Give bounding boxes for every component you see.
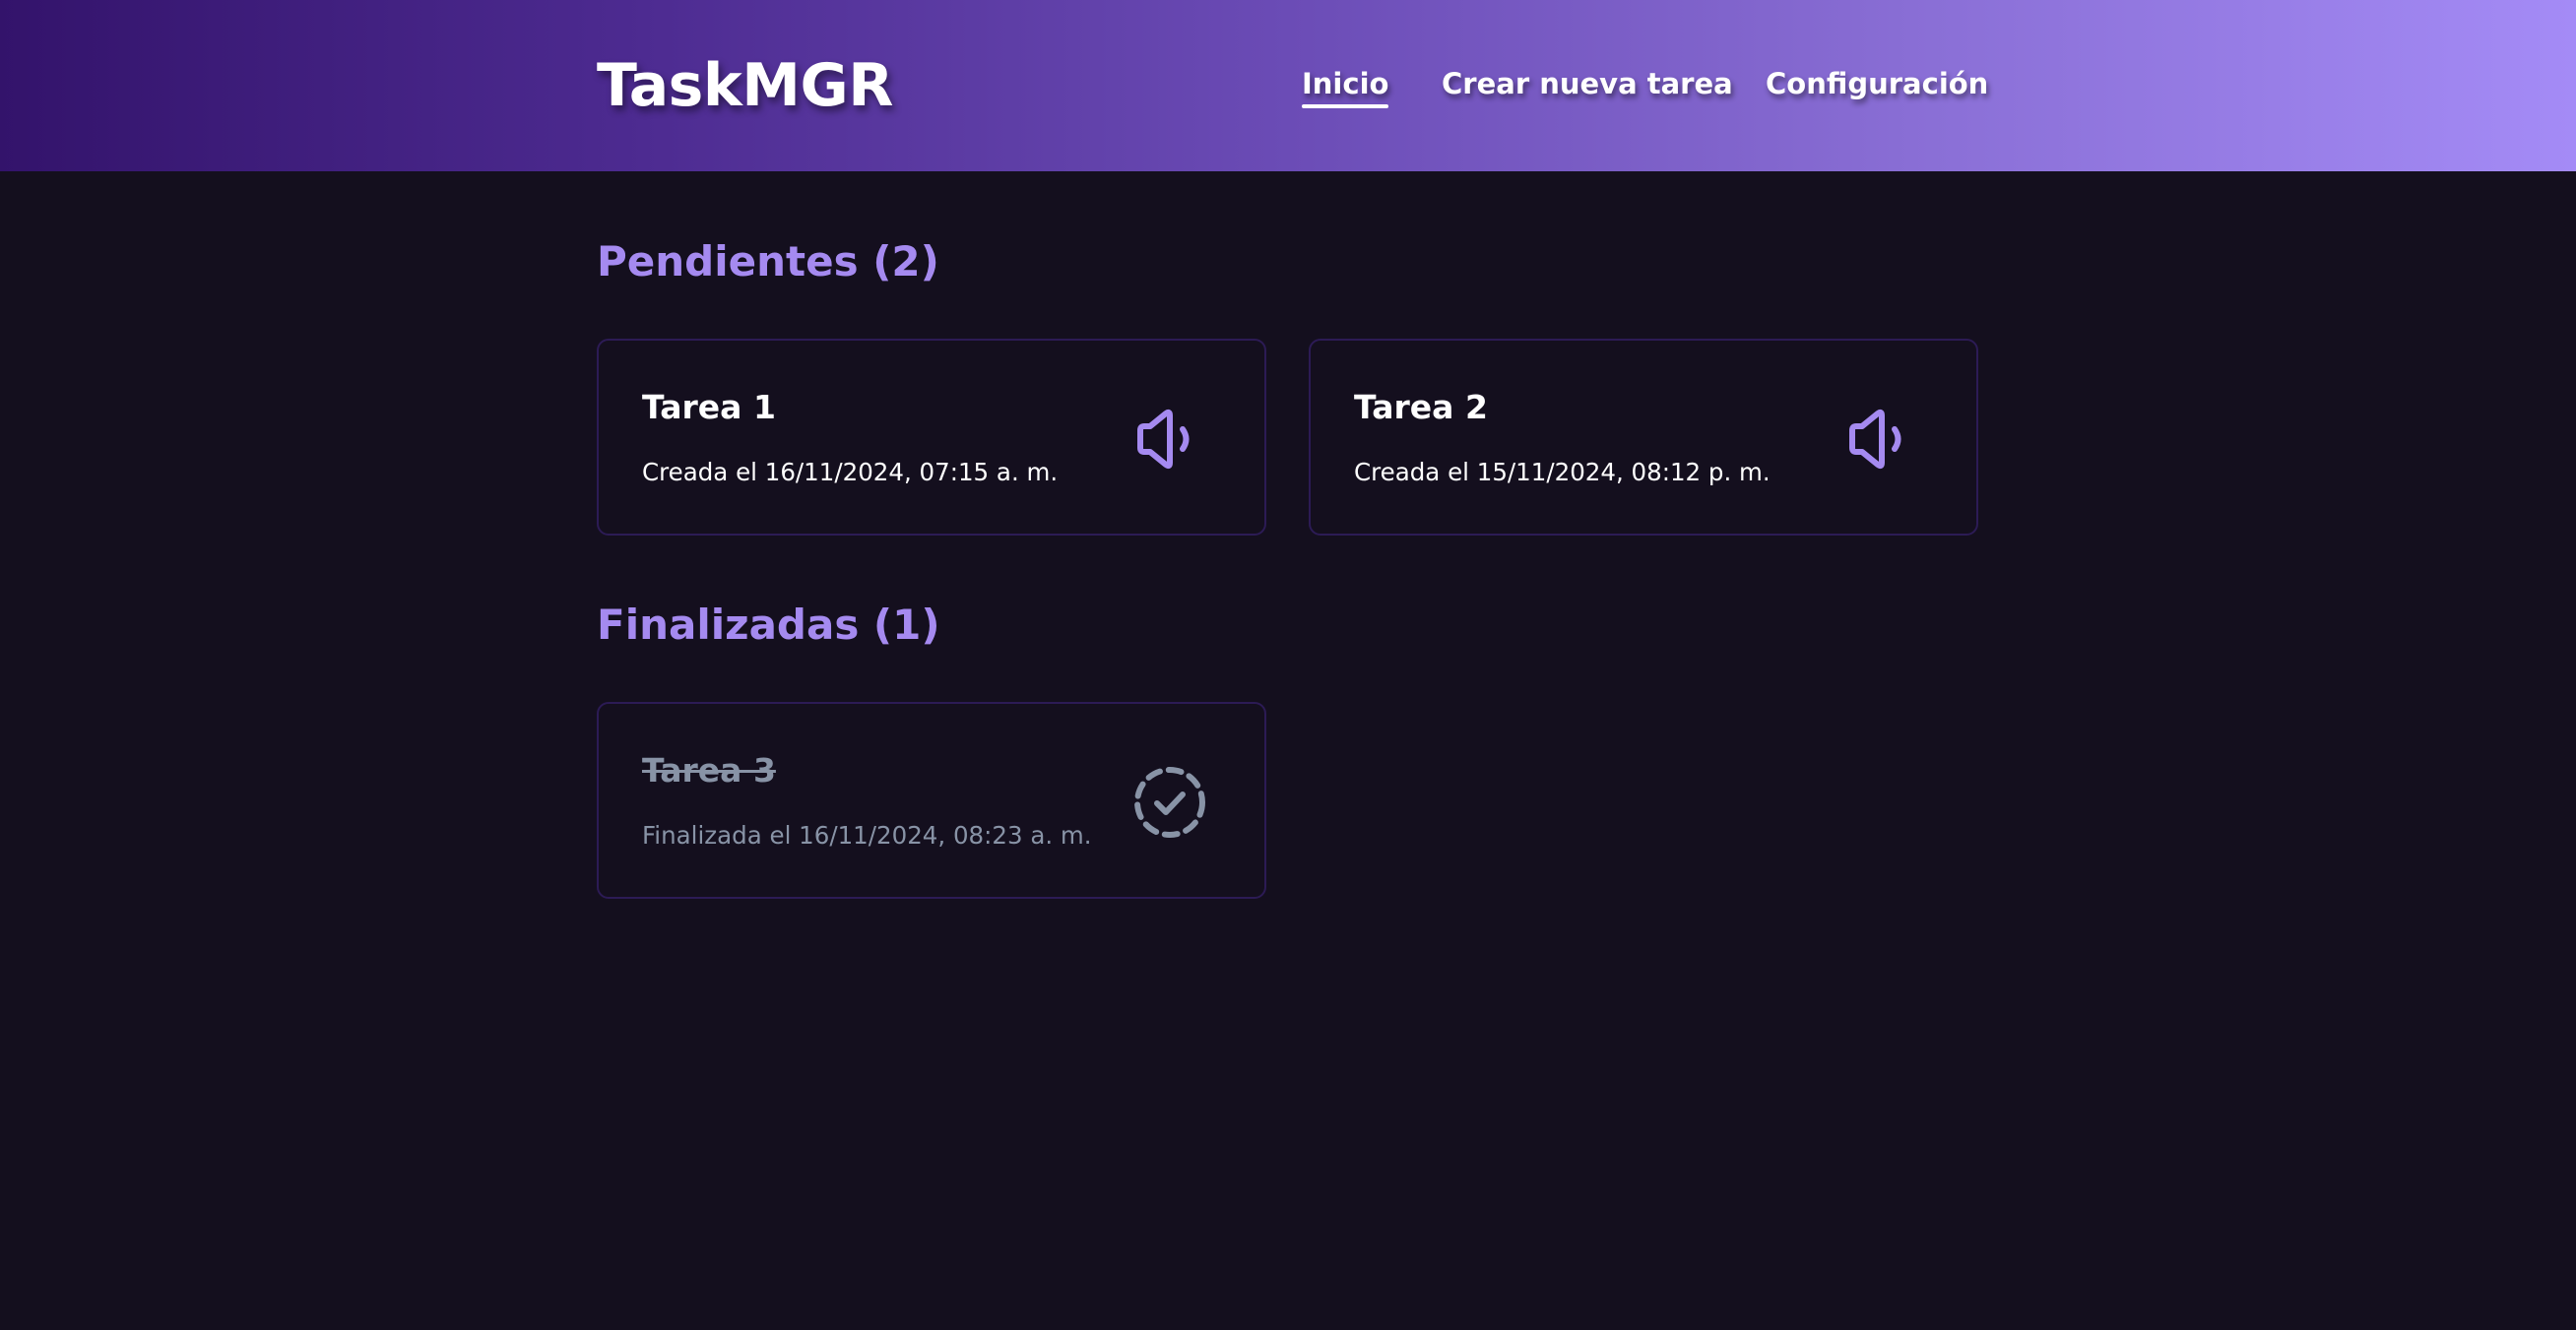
top-navbar: TaskMGR Inicio Crear nueva tarea Configu… [0,0,2576,171]
nav-link-inicio[interactable]: Inicio [1302,65,1389,108]
app-logo[interactable]: TaskMGR [597,51,893,120]
task-finished-date: Finalizada el 16/11/2024, 08:23 a. m. [642,821,1092,850]
nav-link-crear-nueva-tarea[interactable]: Crear nueva tarea [1442,65,1733,102]
task-title: Tarea 1 [642,388,776,426]
section-title-finalizadas: Finalizadas (1) [597,601,940,649]
nav-link-configuracion[interactable]: Configuración [1766,65,1988,102]
dashed-check-circle-icon[interactable] [1130,763,1209,842]
task-created-date: Creada el 15/11/2024, 08:12 p. m. [1354,458,1771,486]
task-title: Tarea 2 [1354,388,1488,426]
task-card[interactable]: Tarea 1 Creada el 16/11/2024, 07:15 a. m… [597,339,1266,536]
task-created-date: Creada el 16/11/2024, 07:15 a. m. [642,458,1059,486]
task-title: Tarea 3 [642,751,776,790]
section-title-pendientes: Pendientes (2) [597,237,939,285]
speaker-icon[interactable] [1130,400,1209,478]
speaker-icon[interactable] [1842,400,1921,478]
task-card[interactable]: Tarea 2 Creada el 15/11/2024, 08:12 p. m… [1309,339,1978,536]
task-card-completed[interactable]: Tarea 3 Finalizada el 16/11/2024, 08:23 … [597,702,1266,899]
